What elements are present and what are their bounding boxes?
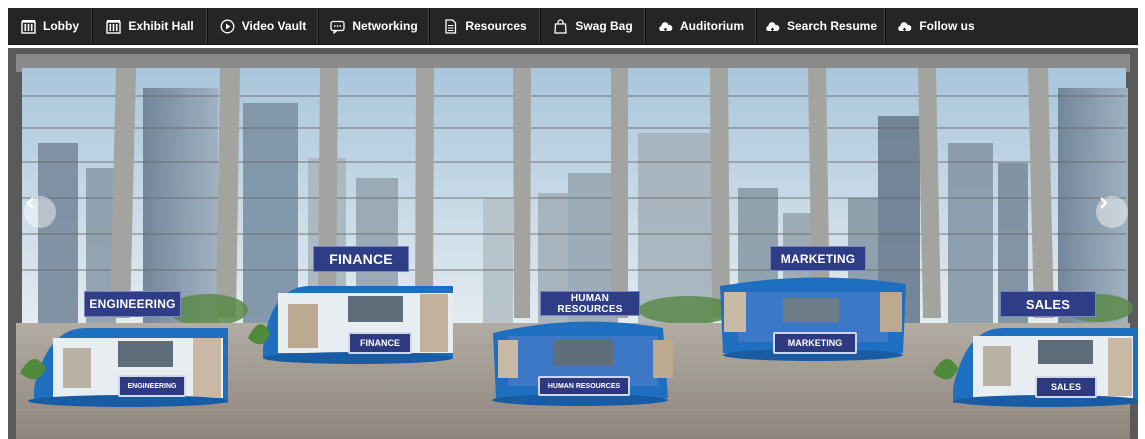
cloud-icon	[765, 19, 780, 34]
booth-label-finance[interactable]: FINANCE	[313, 246, 409, 272]
booth-sign-engineering[interactable]: ENGINEERING	[118, 375, 186, 397]
document-icon	[443, 18, 458, 34]
nav-auditorium[interactable]: Auditorium	[646, 8, 757, 44]
nav-label: Swag Bag	[575, 19, 633, 33]
booth-label-sales[interactable]: SALES	[1000, 291, 1096, 317]
nav-exhibit-hall[interactable]: Exhibit Hall	[93, 8, 208, 44]
booth-label-human-resources[interactable]: HUMAN RESOURCES	[540, 291, 640, 316]
booth-sign-sales[interactable]: SALES	[1035, 376, 1097, 398]
nav-lobby[interactable]: Lobby	[8, 8, 93, 44]
booth-sign-finance[interactable]: FINANCE	[348, 332, 412, 354]
nav-label: Follow us	[919, 19, 975, 33]
nav-resources[interactable]: Resources	[430, 8, 541, 44]
nav-label: Exhibit Hall	[128, 19, 194, 33]
nav-video-vault[interactable]: Video Vault	[208, 8, 319, 44]
chat-bubble-icon	[330, 19, 345, 34]
nav-search-resume[interactable]: Search Resume	[757, 8, 886, 44]
nav-label: Search Resume	[786, 19, 878, 33]
nav-networking[interactable]: Networking	[319, 8, 430, 44]
booth-label-marketing[interactable]: MARKETING	[770, 246, 866, 271]
building-icon	[106, 19, 122, 34]
nav-label: Resources	[465, 19, 527, 33]
nav-label: Networking	[352, 19, 418, 33]
booth-sign-human-resources[interactable]: HUMAN RESOURCES	[538, 376, 630, 396]
shopping-bag-icon	[553, 18, 568, 34]
booth-label-engineering[interactable]: ENGINEERING	[84, 291, 181, 317]
booth-sign-marketing[interactable]: MARKETING	[773, 332, 857, 354]
exhibit-hall-scene: ENGINEERING FINANCE HUMAN RESOURCES MARK…	[8, 48, 1138, 439]
cloud-icon	[897, 19, 912, 34]
play-circle-icon	[220, 19, 235, 34]
nav-label: Lobby	[43, 19, 79, 33]
nav-swag-bag[interactable]: Swag Bag	[541, 8, 646, 44]
top-navigation: Lobby Exhibit Hall Video Vault Networkin…	[8, 8, 1138, 45]
next-arrow-button[interactable]	[1096, 196, 1128, 228]
building-icon	[21, 19, 36, 34]
nav-follow-us[interactable]: Follow us	[886, 8, 986, 44]
previous-arrow-button[interactable]	[24, 196, 56, 228]
nav-label: Video Vault	[241, 19, 307, 33]
nav-label: Auditorium	[680, 19, 744, 33]
cloud-icon	[658, 19, 673, 34]
